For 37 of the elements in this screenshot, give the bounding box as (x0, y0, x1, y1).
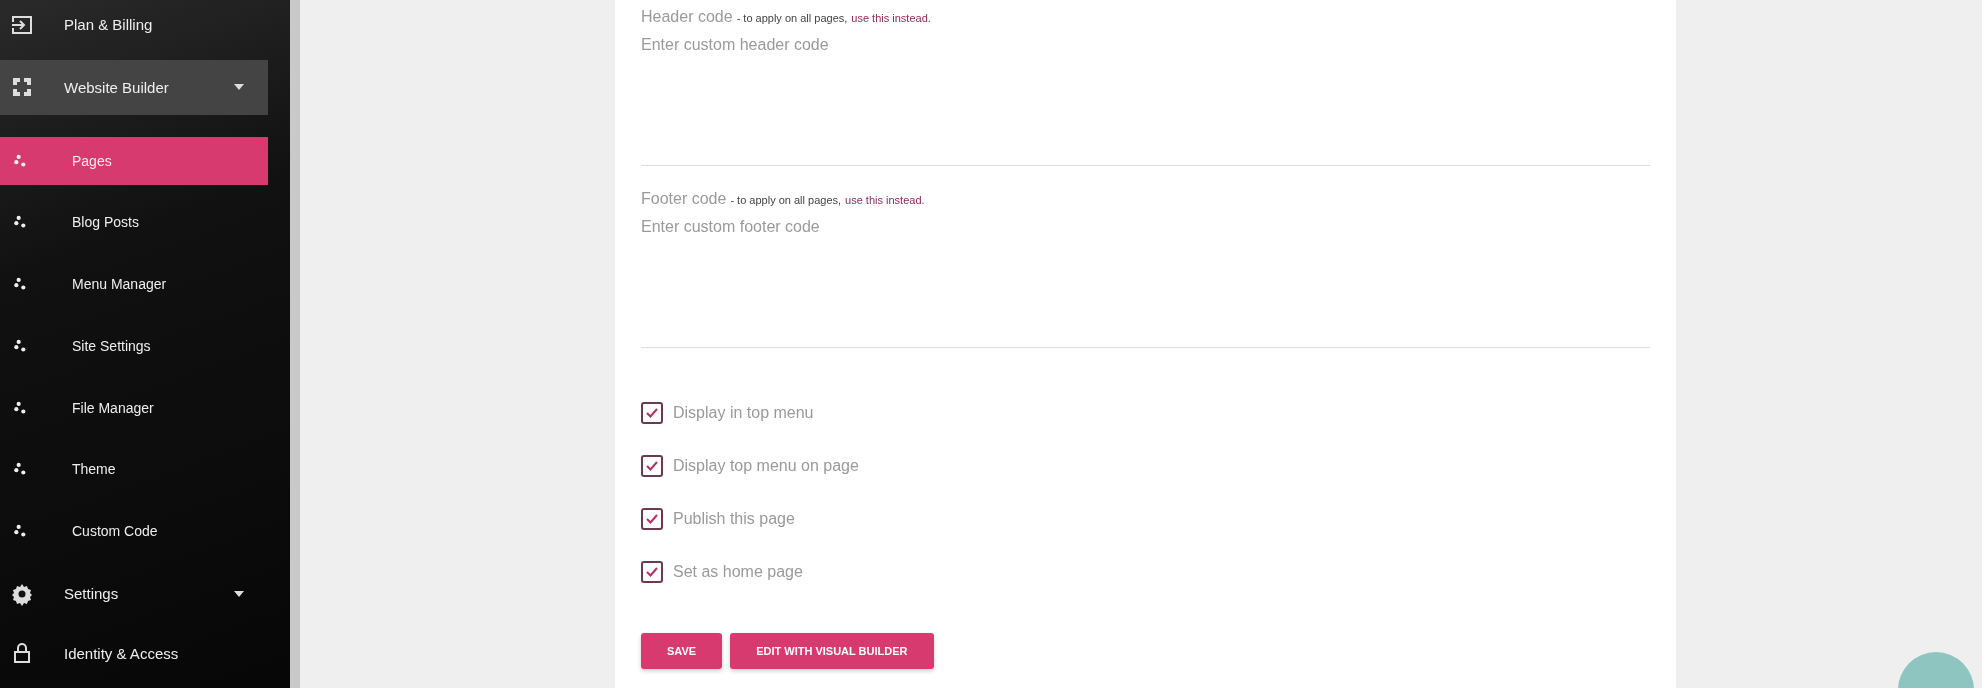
hint-text: - to apply on all pages, (730, 194, 842, 206)
caret-icon (234, 590, 244, 597)
checkbox[interactable] (641, 561, 663, 583)
sidebar-item[interactable]: Site Settings (0, 322, 268, 370)
checkbox-label: Set as home page (673, 563, 803, 581)
checkbox-label: Display top menu on page (673, 457, 859, 475)
sidebar-item[interactable]: Blog Posts (0, 198, 268, 247)
field-label: Header code (641, 8, 733, 26)
link[interactable]: use this instead. (845, 194, 925, 206)
field-label: Footer code (641, 190, 727, 208)
sidebar-item[interactable]: Pages (0, 136, 268, 185)
dots-icon (14, 277, 28, 292)
sidebar-item[interactable]: Plan & Billing (0, 0, 268, 50)
checkbox[interactable] (641, 508, 663, 530)
sidebar-item[interactable]: Settings (0, 568, 268, 619)
edit-button[interactable]: EDIT WITH VISUAL BUILDER (730, 633, 934, 669)
sidebar-item[interactable]: Menu Manager (0, 260, 268, 308)
sidebar-item[interactable]: File Manager (0, 383, 268, 432)
checkbox[interactable] (641, 402, 663, 424)
checkbox[interactable] (641, 455, 663, 477)
caret-icon (234, 84, 244, 91)
dots-icon (14, 153, 28, 168)
save-button[interactable]: SAVE (641, 633, 723, 669)
dots-icon (14, 400, 28, 415)
dots-icon (14, 462, 28, 477)
sidebar-item[interactable]: Theme (0, 445, 268, 494)
link[interactable]: use this instead. (851, 12, 931, 24)
checkbox-label: Display in top menu (673, 404, 814, 422)
hint-text: - to apply on all pages, (736, 12, 848, 24)
checkbox-label: Publish this page (673, 510, 795, 528)
dots-icon (14, 523, 28, 538)
dots-icon (14, 215, 28, 230)
dots-icon (14, 338, 28, 353)
sidebar-item[interactable]: Identity & Access (0, 628, 268, 678)
scrollbar[interactable] (290, 0, 300, 688)
sidebar-item[interactable]: Custom Code (0, 507, 268, 555)
sidebar-item[interactable]: Website Builder (0, 59, 268, 115)
